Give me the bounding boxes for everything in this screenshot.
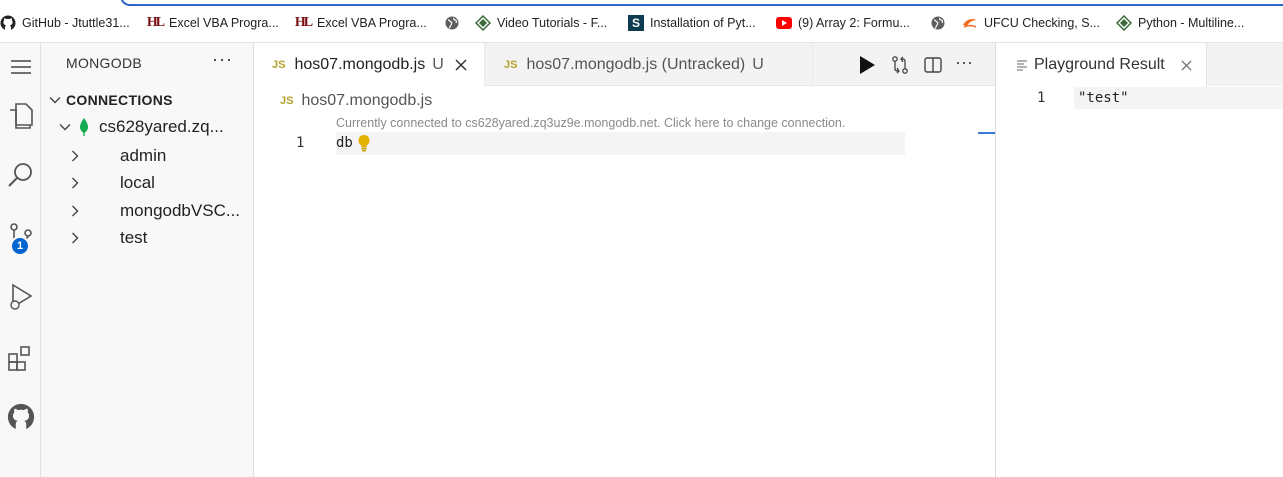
connection-label: cs628yared.zq... xyxy=(99,117,224,136)
diamond-icon xyxy=(475,15,491,31)
more-actions-button[interactable]: ··· xyxy=(953,51,975,73)
code-text[interactable]: db xyxy=(336,135,353,151)
split-editor-icon[interactable] xyxy=(922,54,944,76)
diamond-icon xyxy=(1116,15,1132,31)
js-file-icon: JS xyxy=(280,95,294,107)
database-item-mongodbvsc[interactable]: mongodbVSC... xyxy=(67,198,240,224)
code-editor[interactable]: JS hos07.mongodb.js Currently connected … xyxy=(254,86,995,477)
playground-result-panel: Playground Result 1 "test" xyxy=(995,43,1283,477)
bookmark-video-tutorials[interactable]: Video Tutorials - F... xyxy=(475,14,607,32)
chevron-right-icon xyxy=(67,175,83,191)
breadcrumb[interactable]: JS hos07.mongodb.js xyxy=(280,92,432,110)
mongodb-leaf-icon xyxy=(73,118,95,136)
database-label: admin xyxy=(120,146,167,165)
bookmark-github[interactable]: GitHub - Jtuttle31... xyxy=(0,14,130,32)
close-icon[interactable] xyxy=(454,58,468,72)
close-icon[interactable] xyxy=(1180,59,1193,72)
line-number: 1 xyxy=(1037,90,1046,106)
globe-icon xyxy=(930,15,946,31)
current-line-highlight xyxy=(336,132,905,155)
tab-hos07-mongodb[interactable]: JS hos07.mongodb.js U xyxy=(254,43,484,87)
chevron-right-icon xyxy=(67,203,83,219)
run-debug-icon[interactable] xyxy=(0,272,41,320)
tab-playground-result[interactable]: Playground Result xyxy=(996,43,1207,87)
preview-icon xyxy=(1016,59,1028,71)
youtube-icon xyxy=(776,15,792,31)
tab-status: U xyxy=(752,55,764,73)
bookmark-youtube[interactable]: (9) Array 2: Formu... xyxy=(776,14,910,32)
connections-section-header[interactable]: CONNECTIONS xyxy=(47,87,173,113)
database-item-admin[interactable]: admin xyxy=(67,143,166,169)
compare-changes-icon[interactable] xyxy=(889,54,911,76)
bookmark-label: Excel VBA Progra... xyxy=(317,16,427,30)
bookmarks-bar: GitHub - Jtuttle31... HL Excel VBA Progr… xyxy=(0,0,1283,43)
menu-icon[interactable] xyxy=(0,43,41,91)
bookmark-label: Python - Multiline... xyxy=(1138,16,1245,30)
bookmark-installation[interactable]: S Installation of Pyt... xyxy=(628,14,756,32)
github-icon[interactable] xyxy=(0,393,41,441)
tab-hos07-mongodb-untracked[interactable]: JS hos07.mongodb.js (Untracked) U xyxy=(484,43,812,86)
connection-codelens[interactable]: Currently connected to cs628yared.zq3uz9… xyxy=(336,116,845,130)
lightbulb-icon[interactable] xyxy=(357,134,371,157)
js-file-icon: JS xyxy=(272,59,286,71)
bookmark-label: Excel VBA Progra... xyxy=(169,16,279,30)
bookmark-label: Video Tutorials - F... xyxy=(497,16,608,30)
run-playground-icon[interactable] xyxy=(856,54,878,76)
database-item-local[interactable]: local xyxy=(67,170,155,196)
tab-label: Playground Result xyxy=(1034,56,1165,73)
globe-icon xyxy=(444,15,460,31)
hl-icon: HL xyxy=(146,15,165,30)
bookmark-label: Installation of Pyt... xyxy=(650,16,756,30)
chevron-right-icon xyxy=(67,148,83,164)
editor-tabs: JS hos07.mongodb.js U JS hos07.mongodb.j… xyxy=(254,43,995,87)
code-line: 1 db xyxy=(254,132,905,155)
database-label: mongodbVSC... xyxy=(120,201,241,220)
database-item-test[interactable]: test xyxy=(67,225,147,251)
activity-bar: 1 xyxy=(0,43,41,477)
result-tabs: Playground Result xyxy=(996,43,1283,87)
bookmark-label: (9) Array 2: Formu... xyxy=(798,16,910,30)
bookmark-python-multiline[interactable]: Python - Multiline... xyxy=(1116,14,1244,32)
tab-label: hos07.mongodb.js xyxy=(294,56,426,73)
chevron-right-icon xyxy=(67,230,83,246)
result-text[interactable]: "test" xyxy=(1078,90,1129,106)
database-label: local xyxy=(120,173,155,192)
chevron-down-icon xyxy=(47,92,63,108)
sidebar-more-button[interactable]: ··· xyxy=(212,49,233,70)
bookmark-ufcu[interactable]: UFCU Checking, S... xyxy=(962,14,1100,32)
overview-ruler-marker xyxy=(978,132,995,134)
extensions-icon[interactable] xyxy=(0,333,41,381)
connection-item[interactable]: cs628yared.zq... xyxy=(57,114,224,140)
source-control-badge: 1 xyxy=(10,236,30,256)
database-label: test xyxy=(120,228,148,247)
chevron-down-icon xyxy=(57,119,73,135)
tab-label: hos07.mongodb.js (Untracked) xyxy=(526,55,746,73)
bookmark-globe-2[interactable] xyxy=(930,14,952,32)
mongodb-sidebar: MONGODB ··· CONNECTIONS cs628yared.zq...… xyxy=(41,43,254,477)
hl-icon: HL xyxy=(294,15,313,30)
sidebar-title: MONGODB xyxy=(66,55,142,71)
address-bar-focus-ring xyxy=(120,0,1283,6)
breadcrumb-file[interactable]: hos07.mongodb.js xyxy=(301,92,432,110)
bookmark-excel-vba-1[interactable]: HL Excel VBA Progra... xyxy=(147,14,279,32)
connections-label: CONNECTIONS xyxy=(66,92,173,108)
js-file-icon: JS xyxy=(504,58,518,71)
bookmark-label: GitHub - Jtuttle31... xyxy=(22,16,130,30)
github-icon xyxy=(0,15,16,31)
editor-actions: ··· xyxy=(812,43,995,86)
ufcu-icon xyxy=(962,15,978,31)
line-number: 1 xyxy=(296,135,305,151)
bookmark-globe-1[interactable] xyxy=(444,14,466,32)
explorer-icon[interactable] xyxy=(0,92,41,140)
result-line: 1 "test" xyxy=(996,87,1283,109)
search-icon[interactable] xyxy=(0,151,41,199)
s-icon: S xyxy=(628,15,644,31)
bookmark-excel-vba-2[interactable]: HL Excel VBA Progra... xyxy=(295,14,427,32)
bookmark-label: UFCU Checking, S... xyxy=(984,16,1101,30)
tab-status: U xyxy=(432,56,444,73)
